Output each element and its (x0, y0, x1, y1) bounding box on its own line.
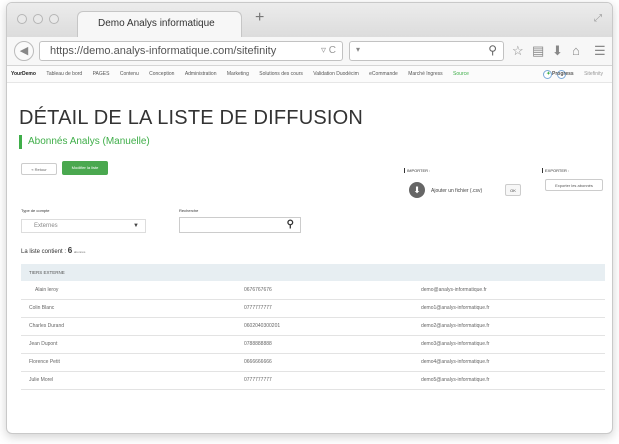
bookmark-star-icon[interactable]: ☆ (512, 43, 524, 59)
subscriber-name: Charles Durand (29, 323, 65, 329)
menu-item-marche[interactable]: Marché Ingress (408, 66, 442, 82)
back-button[interactable]: ◀ (14, 41, 34, 61)
search-label: Recherche (179, 208, 199, 213)
subscriber-email: demo2@analys-informatique.fr (421, 323, 490, 329)
import-label: IMPORTER : (404, 168, 430, 173)
subscribers-table: TIERS EXTERNE Alain leroy 0676767676 dem… (21, 264, 605, 390)
home-icon[interactable]: ⌂ (572, 43, 580, 58)
account-type-label: Type de compte (21, 208, 50, 213)
count-value: 6 (67, 246, 73, 255)
app-menu-bar: YourDemo Tableau de bord PAGES Contenu C… (7, 66, 612, 83)
list-subtitle: Abonnés Analys (Manuelle) (19, 135, 150, 149)
downloads-icon[interactable]: ⬇ (552, 43, 563, 59)
table-row[interactable]: Jean Dupont 0788888888 demo3@analys-info… (21, 335, 605, 353)
table-header: TIERS EXTERNE (29, 270, 65, 275)
subscriber-email: demo3@analys-informatique.fr (421, 341, 490, 347)
menu-item-source[interactable]: Source (453, 66, 469, 82)
menu-item-marketing[interactable]: Marketing (227, 66, 249, 82)
subscriber-phone: 0777777777 (244, 305, 272, 311)
subscriber-email: demo5@analys-informatique.fr (421, 377, 490, 383)
subscriber-email: demo4@analys-informatique.fr (421, 359, 490, 365)
zoom-window-button[interactable] (49, 14, 59, 24)
browser-window: Demo Analys informatique + ⤢ ◀ https://d… (6, 2, 613, 434)
address-bar[interactable]: https://demo.analys-informatique.com/sit… (39, 41, 343, 61)
menu-item-contenu[interactable]: Contenu (120, 66, 139, 82)
close-window-button[interactable] (17, 14, 27, 24)
page-title: DÉTAIL DE LA LISTE DE DIFFUSION (19, 107, 364, 129)
progress-suffix: Sitefinity (584, 71, 603, 77)
table-header-row: TIERS EXTERNE (21, 264, 605, 281)
url-text: https://demo.analys-informatique.com/sit… (50, 45, 277, 57)
subscriber-name: Jean Dupont (29, 341, 58, 347)
progress-logo: ✦ Progress Sitefinity (546, 66, 612, 82)
menu-item-tableau-de-bord[interactable]: Tableau de bord (46, 66, 82, 82)
search-icon[interactable]: ⚲ (488, 43, 497, 57)
reload-icon[interactable]: ▿ C (321, 42, 336, 60)
table-row[interactable]: Alain leroy 0676767676 demo@analys-infor… (21, 281, 605, 299)
back-link-button[interactable]: « Retour (21, 163, 57, 175)
download-icon[interactable]: ⬇ (409, 182, 425, 198)
ok-button[interactable]: OK (505, 184, 521, 196)
table-row[interactable]: Charles Durand 0602040300201 demo2@analy… (21, 317, 605, 335)
subscriber-phone: 0666666666 (244, 359, 272, 365)
navigation-bar: ◀ https://demo.analys-informatique.com/s… (7, 37, 612, 66)
subscriber-email: demo1@analys-informatique.fr (421, 305, 490, 311)
subscriber-phone: 0788888888 (244, 341, 272, 347)
export-label: EXPORTER : (542, 168, 569, 173)
subscriber-name: Florence Petit (29, 359, 60, 365)
back-arrow-icon: ◀ (19, 45, 29, 57)
title-bar: Demo Analys informatique + ⤢ (7, 3, 612, 37)
menu-item-validation[interactable]: Validation Duodécim (313, 66, 359, 82)
fullscreen-icon[interactable]: ⤢ (594, 13, 602, 24)
menu-icon[interactable]: ☰ (594, 43, 606, 59)
subscriber-name: Colin Blanc (29, 305, 55, 311)
account-type-value: Externes (34, 223, 58, 229)
subscriber-phone: 0676767676 (244, 286, 272, 293)
count-suffix: abonnés (73, 250, 86, 254)
tab-title: Demo Analys informatique (98, 18, 215, 29)
page-content: DÉTAIL DE LA LISTE DE DIFFUSION Abonnés … (7, 83, 612, 433)
add-file-link[interactable]: Ajouter un fichier (.csv) (431, 188, 482, 194)
subscriber-email: demo@analys-informatique.fr (421, 286, 487, 293)
subscriber-name: Alain leroy (35, 286, 59, 293)
menu-item-ecommande[interactable]: eCommande (369, 66, 398, 82)
subscriber-phone: 0602040300201 (244, 323, 281, 329)
edit-list-button[interactable]: Modifier la liste (62, 161, 108, 175)
browser-search-field[interactable]: ▾ ⚲ (349, 41, 504, 61)
count-prefix: La liste contient : (21, 249, 67, 255)
app-brand[interactable]: YourDemo (11, 66, 36, 82)
account-type-select[interactable]: Externes ▼ (21, 219, 146, 233)
table-row[interactable]: Florence Petit 0666666666 demo4@analys-i… (21, 353, 605, 371)
search-engine-dropdown-icon[interactable]: ▾ (356, 45, 360, 54)
menu-item-pages[interactable]: PAGES (93, 66, 110, 82)
menu-item-conception[interactable]: Conception (149, 66, 174, 82)
menu-item-solutions[interactable]: Solutions des cours (259, 66, 303, 82)
subscriber-count: La liste contient : 6 abonnés (21, 246, 85, 255)
export-subscribers-button[interactable]: Exporter les abonnés (545, 179, 603, 191)
minimize-window-button[interactable] (33, 14, 43, 24)
table-row[interactable]: Julie Morel 0777777777 demo5@analys-info… (21, 371, 605, 389)
menu-item-administration[interactable]: Administration (185, 66, 217, 82)
new-tab-button[interactable]: + (255, 9, 264, 27)
browser-tab[interactable]: Demo Analys informatique (77, 11, 242, 37)
search-icon[interactable]: ⚲ (287, 219, 294, 230)
subscriber-phone: 0777777777 (244, 377, 272, 383)
progress-label: Progress (552, 71, 574, 77)
subscriber-name: Julie Morel (29, 377, 54, 383)
search-input[interactable]: ⚲ (179, 217, 301, 233)
caret-down-icon: ▼ (133, 223, 139, 229)
table-row[interactable]: Colin Blanc 0777777777 demo1@analys-info… (21, 299, 605, 317)
bookmarks-list-icon[interactable]: ▤ (532, 43, 544, 59)
